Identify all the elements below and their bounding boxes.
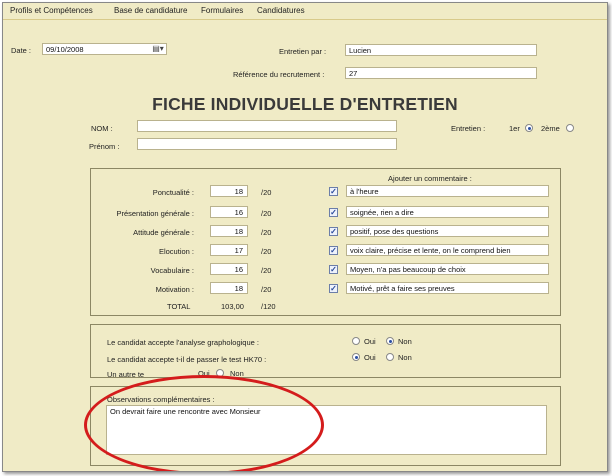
date-value: 09/10/2008 xyxy=(46,45,84,54)
score-suffix: /20 xyxy=(261,285,272,294)
total-value: 103,00 xyxy=(221,302,244,311)
comment-value: à l'heure xyxy=(350,187,379,196)
comment-header: Ajouter un commentaire : xyxy=(388,174,472,183)
question-autre-test: Un autre te xyxy=(107,370,145,379)
comment-field-elocution[interactable]: voix claire, précise et lente, on le com… xyxy=(346,244,549,256)
score-field-elocution[interactable]: 17 xyxy=(210,244,248,256)
comment-checkbox-motivation[interactable]: ✓ xyxy=(329,284,338,293)
menu-profils[interactable]: Profils et Compétences xyxy=(10,6,93,15)
comment-field-presentation[interactable]: soignée, rien a dire xyxy=(346,206,549,218)
calendar-dropdown-icon[interactable]: ▤▾ xyxy=(149,44,167,54)
entretien-2eme-radio[interactable] xyxy=(566,124,574,132)
score-field-presentation[interactable]: 16 xyxy=(210,206,248,218)
row-label-attitude: Attitude générale : xyxy=(133,228,194,237)
entretien-option-1er-label: 1er xyxy=(509,124,520,133)
score-value: 18 xyxy=(234,284,243,293)
entretien-par-value: Lucien xyxy=(349,46,372,55)
comment-field-motivation[interactable]: Motivé, prêt a faire ses preuves xyxy=(346,282,549,294)
row-label-ponctualite: Ponctualité : xyxy=(152,188,194,197)
prenom-field[interactable] xyxy=(137,138,397,150)
score-value: 16 xyxy=(234,208,243,217)
reference-field[interactable]: 27 xyxy=(345,67,537,79)
option-oui-label: Oui xyxy=(364,337,376,346)
comment-value: voix claire, précise et lente, on le com… xyxy=(350,246,511,255)
window: Profils et Compétences Base de candidatu… xyxy=(2,2,608,472)
score-suffix: /20 xyxy=(261,247,272,256)
comment-value: Motivé, prêt a faire ses preuves xyxy=(350,284,455,293)
total-label: TOTAL xyxy=(167,302,191,311)
score-suffix: /20 xyxy=(261,209,272,218)
menu-divider xyxy=(3,19,607,20)
prenom-label: Prénom : xyxy=(89,142,120,151)
comment-checkbox-vocabulaire[interactable]: ✓ xyxy=(329,265,338,274)
menu-base-candidature[interactable]: Base de candidature xyxy=(114,6,187,15)
reference-label: Référence du recrutement : xyxy=(233,70,325,79)
page-title: FICHE INDIVIDUELLE D'ENTRETIEN xyxy=(152,94,458,114)
comment-field-attitude[interactable]: positif, pose des questions xyxy=(346,225,549,237)
score-value: 18 xyxy=(234,187,243,196)
comment-checkbox-ponctualite[interactable]: ✓ xyxy=(329,187,338,196)
score-value: 16 xyxy=(234,265,243,274)
option-oui-label: Oui xyxy=(364,353,376,362)
entretien-label: Entretien : xyxy=(451,124,486,133)
option-non-label: Non xyxy=(398,337,412,346)
score-field-ponctualite[interactable]: 18 xyxy=(210,185,248,197)
entretien-par-label: Entretien par : xyxy=(279,47,327,56)
comment-checkbox-presentation[interactable]: ✓ xyxy=(329,208,338,217)
question-graphologie: Le candidat accepte l'analyse graphologi… xyxy=(107,338,259,347)
hk70-non-radio[interactable] xyxy=(386,353,394,361)
entretien-option-2eme-label: 2ème xyxy=(541,124,560,133)
date-label: Date : xyxy=(11,46,32,55)
score-field-attitude[interactable]: 18 xyxy=(210,225,248,237)
reference-value: 27 xyxy=(349,69,358,78)
menu-formulaires[interactable]: Formulaires xyxy=(201,6,243,15)
entretien-par-field[interactable]: Lucien xyxy=(345,44,537,56)
tests-group xyxy=(90,324,561,378)
comment-field-ponctualite[interactable]: à l'heure xyxy=(346,185,549,197)
comment-value: positif, pose des questions xyxy=(350,227,439,236)
graphologie-non-radio[interactable] xyxy=(386,337,394,345)
score-suffix: /20 xyxy=(261,228,272,237)
row-label-presentation: Présentation générale : xyxy=(116,209,194,218)
score-field-motivation[interactable]: 18 xyxy=(210,282,248,294)
score-value: 18 xyxy=(234,227,243,236)
entretien-1er-radio[interactable] xyxy=(525,124,533,132)
comment-checkbox-attitude[interactable]: ✓ xyxy=(329,227,338,236)
comment-value: soignée, rien a dire xyxy=(350,208,414,217)
comment-field-vocabulaire[interactable]: Moyen, n'a pas beaucoup de choix xyxy=(346,263,549,275)
row-label-vocabulaire: Vocabulaire : xyxy=(150,266,194,275)
graphologie-oui-radio[interactable] xyxy=(352,337,360,345)
row-label-motivation: Motivation : xyxy=(155,285,194,294)
row-label-elocution: Elocution : xyxy=(158,247,194,256)
question-hk70: Le candidat accepte t-il de passer le te… xyxy=(107,355,267,364)
menu-bar: Profils et Compétences Base de candidatu… xyxy=(3,3,607,19)
hk70-oui-radio[interactable] xyxy=(352,353,360,361)
nom-label: NOM : xyxy=(91,124,113,133)
total-suffix: /120 xyxy=(261,302,276,311)
score-field-vocabulaire[interactable]: 16 xyxy=(210,263,248,275)
comment-value: Moyen, n'a pas beaucoup de choix xyxy=(350,265,466,274)
option-non-label: Non xyxy=(398,353,412,362)
menu-candidatures[interactable]: Candidatures xyxy=(257,6,305,15)
red-annotation-ellipse xyxy=(84,375,324,471)
score-suffix: /20 xyxy=(261,266,272,275)
score-value: 17 xyxy=(234,246,243,255)
score-suffix: /20 xyxy=(261,188,272,197)
comment-checkbox-elocution[interactable]: ✓ xyxy=(329,246,338,255)
nom-field[interactable] xyxy=(137,120,397,132)
